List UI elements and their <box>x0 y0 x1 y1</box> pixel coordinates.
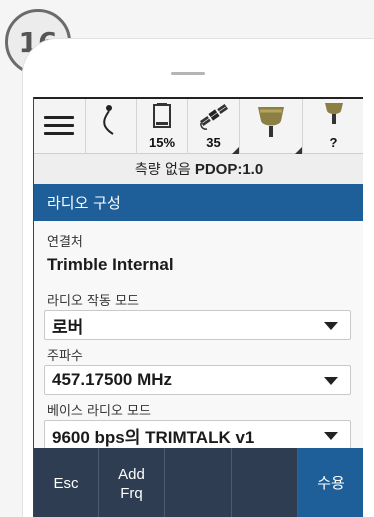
satellite-icon <box>199 103 229 130</box>
status-bar: 15% 35 ? <box>34 97 363 154</box>
softkey-bar: Esc Add Frq 수용 <box>34 448 363 517</box>
connection-value: Trimble Internal <box>47 255 174 274</box>
dropdown-arrow-icon <box>324 322 338 330</box>
dropdown-arrow-icon <box>324 377 338 385</box>
empty-softkey-3[interactable] <box>165 448 232 517</box>
base-radio-mode-select[interactable]: 9600 bps의 TRIMTALK v1 <box>44 420 351 450</box>
frequency-label: 주파수 <box>47 349 83 364</box>
radio-antenna-icon <box>325 103 343 124</box>
rover-antenna-status[interactable] <box>86 99 137 154</box>
screen: 15% 35 ? 측량 없음 PDOP:1.0 라디오 구성 연결처 Trimb… <box>33 97 363 517</box>
accept-button[interactable]: 수용 <box>298 448 363 517</box>
menu-button[interactable] <box>34 99 86 154</box>
add-frequency-button[interactable]: Add Frq <box>99 448 165 517</box>
gnss-receiver-status[interactable] <box>240 99 303 154</box>
hamburger-menu-icon <box>44 116 74 136</box>
rover-pole-icon <box>103 105 114 135</box>
esc-button[interactable]: Esc <box>34 448 99 517</box>
phone-speaker <box>171 72 205 75</box>
battery-percent: 15% <box>148 135 176 150</box>
survey-status-bar: 측량 없음 PDOP:1.0 <box>34 154 363 184</box>
satellites-status[interactable]: 35 <box>188 99 240 154</box>
dropdown-arrow-icon <box>324 432 338 440</box>
page-title: 라디오 구성 <box>34 184 363 221</box>
page: 16 15% 35 ? 측량 없음 PDOP:1.0 라디오 구성 연결처 Tr… <box>0 0 374 517</box>
survey-status-text: 측량 없음 <box>134 162 191 178</box>
connection-label: 연결처 <box>47 235 83 250</box>
radio-mode-value: 로버 <box>52 317 84 338</box>
radio-antenna-status[interactable]: ? <box>303 99 363 154</box>
battery-icon <box>153 103 171 128</box>
base-radio-mode-value: 9600 bps의 TRIMTALK v1 <box>52 427 255 447</box>
receiver-corner-indicator <box>295 147 302 154</box>
radio-mode-label: 라디오 작동 모드 <box>47 294 139 309</box>
frequency-select[interactable]: 457.17500 MHz <box>44 365 351 395</box>
pdop-value: PDOP:1.0 <box>194 160 264 178</box>
satellites-corner-indicator <box>232 147 239 154</box>
radio-unknown-label: ? <box>329 135 338 150</box>
base-radio-mode-label: 베이스 라디오 모드 <box>47 404 151 419</box>
empty-softkey-4[interactable] <box>232 448 298 517</box>
gnss-receiver-icon <box>258 107 284 137</box>
radio-mode-select[interactable]: 로버 <box>44 310 351 340</box>
frequency-value: 457.17500 MHz <box>52 370 173 389</box>
battery-status[interactable]: 15% <box>137 99 188 154</box>
